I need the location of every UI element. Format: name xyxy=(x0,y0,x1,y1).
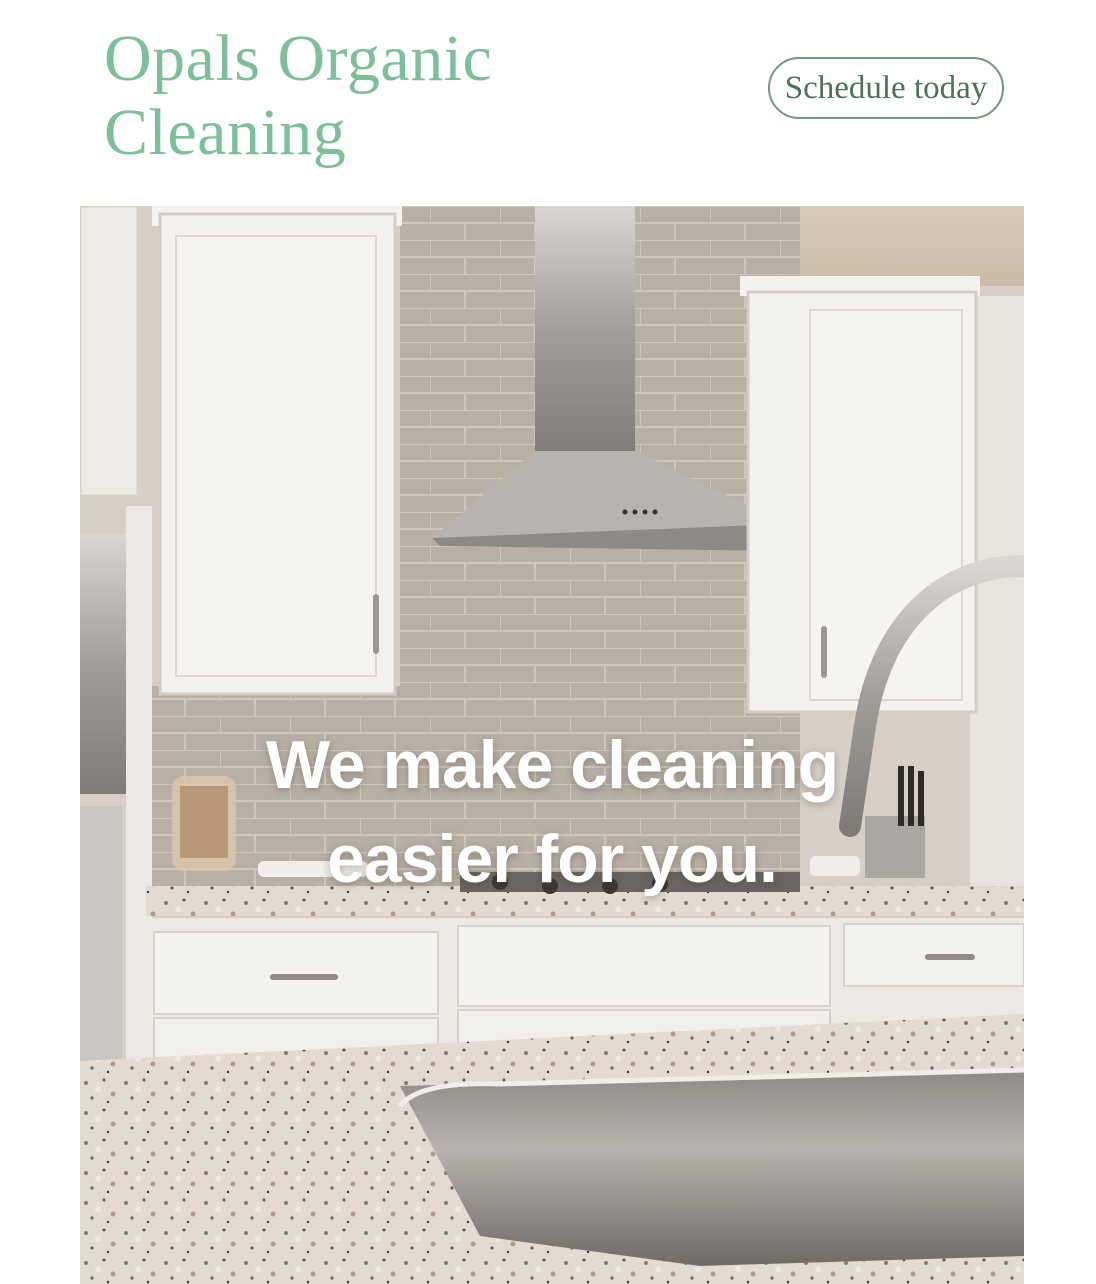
site-header: Opals Organic Cleaning Schedule today xyxy=(0,0,1096,206)
schedule-today-button[interactable]: Schedule today xyxy=(768,57,1004,119)
hero-section: We make cleaning easier for you. xyxy=(80,206,1024,1284)
hero-headline-line1: We make cleaning xyxy=(265,727,839,803)
brand-name-line1: Opals Organic xyxy=(104,22,493,95)
hero-headline: We make cleaning easier for you. xyxy=(80,718,1024,906)
hero-headline-line2: easier for you. xyxy=(327,821,778,897)
brand-name-line2: Cleaning xyxy=(104,96,347,169)
brand-logo[interactable]: Opals Organic Cleaning xyxy=(104,22,492,170)
